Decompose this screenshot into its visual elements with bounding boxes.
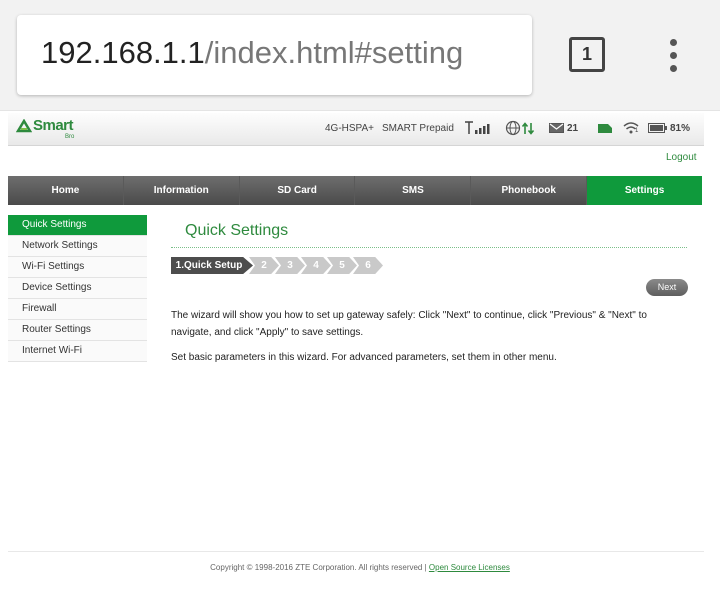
wizard-step-2: 2 bbox=[249, 257, 279, 274]
sidebar-item-firewall[interactable]: Firewall bbox=[8, 299, 147, 320]
brand-sub: Bro bbox=[65, 134, 75, 140]
nav-settings[interactable]: Settings bbox=[587, 176, 702, 205]
wizard-basic-params-note: Set basic parameters in this wizard. For… bbox=[171, 352, 557, 363]
settings-sidebar: Quick Settings Network Settings Wi-Fi Se… bbox=[8, 215, 147, 362]
nav-information[interactable]: Information bbox=[124, 176, 240, 205]
footer: Copyright © 1998-2016 ZTE Corporation. A… bbox=[0, 563, 720, 572]
nav-phonebook[interactable]: Phonebook bbox=[471, 176, 588, 205]
nav-sd-card[interactable]: SD Card bbox=[240, 176, 356, 205]
sms-count: 21 bbox=[567, 123, 579, 134]
title-divider bbox=[171, 247, 687, 248]
nav-home[interactable]: Home bbox=[8, 176, 124, 205]
page-title: Quick Settings bbox=[185, 222, 289, 239]
router-header: Smart Bro 4G-HSPA+ SMART Prepaid 21 1 81… bbox=[8, 113, 704, 146]
open-source-licenses-link[interactable]: Open Source Licenses bbox=[429, 563, 510, 572]
smart-logo: Smart Bro bbox=[16, 117, 86, 143]
browser-toolbar: 192.168.1.1/index.html#setting 1 bbox=[0, 0, 720, 111]
copyright-text: Copyright © 1998-2016 ZTE Corporation. A… bbox=[210, 563, 429, 572]
sidebar-item-internet-wifi[interactable]: Internet Wi-Fi bbox=[8, 341, 147, 362]
battery-level: 81% bbox=[670, 123, 691, 134]
globe-data-icon bbox=[505, 120, 535, 136]
footer-divider bbox=[8, 551, 704, 552]
nav-sms[interactable]: SMS bbox=[355, 176, 472, 205]
url-text[interactable]: 192.168.1.1/index.html#setting bbox=[41, 35, 463, 71]
sidebar-item-router-settings[interactable]: Router Settings bbox=[8, 320, 147, 341]
wizard-description-line-2: navigate, and click "Apply" to save sett… bbox=[171, 327, 364, 338]
wizard-step-1: 1.Quick Setup bbox=[171, 257, 253, 274]
logout-link[interactable]: Logout bbox=[666, 152, 697, 163]
signal-strength-icon bbox=[465, 121, 490, 134]
main-nav: Home Information SD Card SMS Phonebook S… bbox=[8, 176, 702, 205]
wizard-step-3: 3 bbox=[275, 257, 305, 274]
battery-icon bbox=[648, 123, 667, 133]
url-host: 192.168.1.1 bbox=[41, 35, 205, 70]
wifi-client-count: 1 bbox=[635, 128, 639, 134]
wizard-step-6: 6 bbox=[353, 257, 383, 274]
wizard-description-line-1: The wizard will show you how to set up g… bbox=[171, 310, 647, 321]
tab-switcher-button[interactable]: 1 bbox=[569, 37, 605, 72]
network-type: 4G-HSPA+ bbox=[325, 123, 374, 134]
wizard-step-5: 5 bbox=[327, 257, 357, 274]
url-path: /index.html#setting bbox=[204, 35, 464, 70]
sidebar-item-device-settings[interactable]: Device Settings bbox=[8, 278, 147, 299]
wizard-step-4: 4 bbox=[301, 257, 331, 274]
sidebar-item-quick-settings[interactable]: Quick Settings bbox=[8, 215, 147, 236]
smart-logo-icon bbox=[16, 119, 32, 133]
sidebar-item-wifi-settings[interactable]: Wi-Fi Settings bbox=[8, 257, 147, 278]
address-bar[interactable]: 192.168.1.1/index.html#setting bbox=[17, 15, 532, 95]
brand-name: Smart bbox=[33, 117, 74, 134]
next-button[interactable]: Next bbox=[646, 279, 688, 296]
sim-card-icon bbox=[598, 124, 612, 133]
sidebar-item-network-settings[interactable]: Network Settings bbox=[8, 236, 147, 257]
more-options-icon[interactable] bbox=[662, 36, 686, 76]
sms-envelope-icon bbox=[549, 123, 564, 133]
operator-name: SMART Prepaid bbox=[382, 123, 454, 134]
